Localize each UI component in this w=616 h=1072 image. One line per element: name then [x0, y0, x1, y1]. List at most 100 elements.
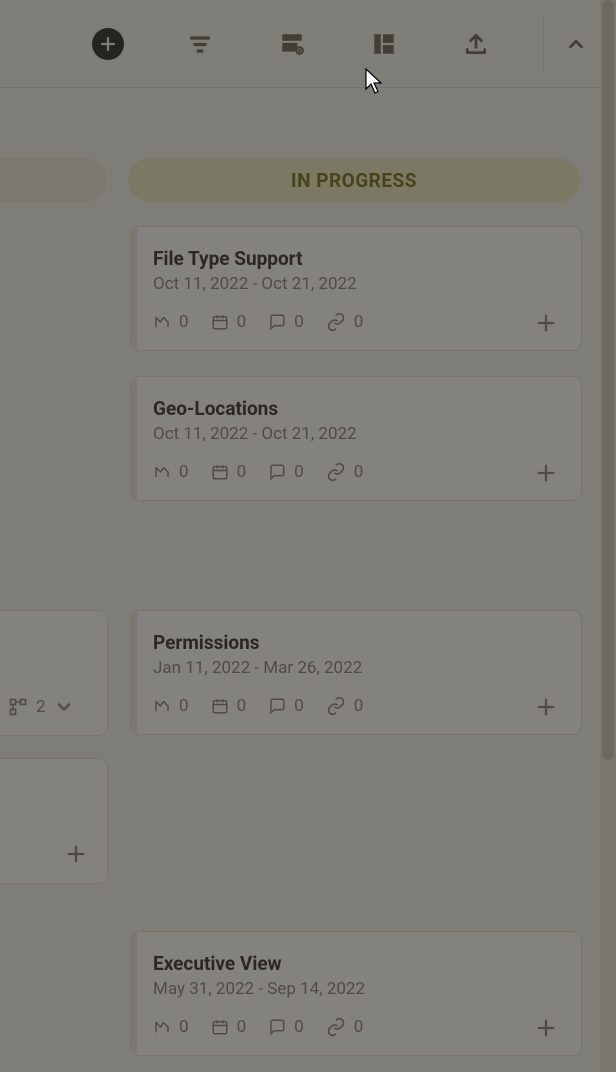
comments-count: 0	[294, 1017, 304, 1037]
layout-button[interactable]	[368, 28, 400, 60]
progress-count: 0	[179, 462, 189, 482]
progress-meta: 0	[153, 696, 189, 716]
plus-icon	[99, 35, 117, 53]
progress-icon	[153, 463, 171, 481]
link-icon	[326, 312, 346, 332]
calendar-icon	[211, 1018, 229, 1036]
card-title: Geo-Locations	[153, 397, 559, 420]
plus-icon	[535, 696, 557, 718]
attachments-count: 0	[354, 462, 364, 482]
comment-icon	[268, 1018, 286, 1036]
kanban-board: IN PROGRESS 2	[0, 88, 616, 1072]
card-title: Permissions	[153, 631, 559, 654]
card-add-button[interactable]	[533, 1015, 559, 1041]
plus-icon	[535, 1017, 557, 1039]
column-headers: IN PROGRESS	[0, 158, 616, 202]
add-button[interactable]	[92, 28, 124, 60]
columns-button[interactable]	[276, 28, 308, 60]
card-add-button[interactable]	[533, 694, 559, 720]
comments-count: 0	[294, 696, 304, 716]
card-add-button[interactable]	[533, 460, 559, 486]
card-title: Executive View	[153, 952, 559, 975]
card-title: File Type Support	[153, 247, 559, 270]
card-partial-left-2[interactable]	[0, 758, 108, 884]
link-icon	[326, 696, 346, 716]
plus-icon	[535, 462, 557, 484]
subtasks-count: 2	[36, 697, 46, 717]
scrollbar-thumb[interactable]	[602, 0, 614, 760]
vertical-scrollbar[interactable]	[600, 0, 616, 1072]
card-meta-row: 0 0 0 0	[153, 312, 559, 332]
subtasks-icon	[8, 697, 28, 717]
link-icon	[326, 1017, 346, 1037]
filter-button[interactable]	[184, 28, 216, 60]
date-count: 0	[237, 1017, 247, 1037]
progress-count: 0	[179, 696, 189, 716]
subtasks-meta: 2	[8, 697, 74, 717]
column-header-in-progress[interactable]: IN PROGRESS	[128, 158, 580, 202]
plus-icon	[65, 843, 87, 865]
progress-meta: 0	[153, 1017, 189, 1037]
comments-meta: 0	[268, 312, 304, 332]
comments-meta: 0	[268, 1017, 304, 1037]
card-add-button[interactable]	[533, 310, 559, 336]
toolbar-icon-group	[92, 28, 492, 60]
progress-count: 0	[179, 1017, 189, 1037]
attachments-count: 0	[354, 312, 364, 332]
date-meta: 0	[211, 696, 247, 716]
card-dates: Oct 11, 2022 - Oct 21, 2022	[153, 424, 559, 444]
attachments-meta: 0	[326, 1017, 364, 1037]
calendar-icon	[211, 313, 229, 331]
comments-meta: 0	[268, 696, 304, 716]
in-progress-lane: File Type Support Oct 11, 2022 - Oct 21,…	[130, 226, 582, 1072]
card-dates: Oct 11, 2022 - Oct 21, 2022	[153, 274, 559, 294]
attachments-meta: 0	[326, 312, 364, 332]
comments-meta: 0	[268, 462, 304, 482]
plus-icon	[535, 312, 557, 334]
date-count: 0	[237, 312, 247, 332]
attachments-meta: 0	[326, 462, 364, 482]
card-add-button[interactable]	[65, 843, 87, 865]
card-meta-row: 0 0 0 0	[153, 696, 559, 716]
progress-count: 0	[179, 312, 189, 332]
collapse-button[interactable]	[560, 28, 592, 60]
comment-icon	[268, 697, 286, 715]
kanban-card[interactable]: Permissions Jan 11, 2022 - Mar 26, 2022 …	[130, 610, 582, 735]
chevron-up-icon	[565, 33, 587, 55]
link-icon	[326, 462, 346, 482]
progress-meta: 0	[153, 312, 189, 332]
toolbar	[0, 0, 616, 88]
comments-count: 0	[294, 312, 304, 332]
kanban-card[interactable]: Executive View May 31, 2022 - Sep 14, 20…	[130, 931, 582, 1056]
comment-icon	[268, 463, 286, 481]
progress-icon	[153, 313, 171, 331]
date-meta: 0	[211, 312, 247, 332]
export-button[interactable]	[460, 28, 492, 60]
date-count: 0	[237, 462, 247, 482]
card-dates: Jan 11, 2022 - Mar 26, 2022	[153, 658, 559, 678]
layout-icon	[371, 31, 397, 57]
card-meta-row: 0 0 0 0	[153, 462, 559, 482]
date-count: 0	[237, 696, 247, 716]
upload-icon	[463, 31, 489, 57]
comments-count: 0	[294, 462, 304, 482]
card-dates: May 31, 2022 - Sep 14, 2022	[153, 979, 559, 999]
attachments-count: 0	[354, 696, 364, 716]
chevron-down-icon	[54, 697, 74, 717]
toolbar-separator	[543, 14, 544, 73]
kanban-card[interactable]: File Type Support Oct 11, 2022 - Oct 21,…	[130, 226, 582, 351]
date-meta: 0	[211, 1017, 247, 1037]
progress-icon	[153, 1018, 171, 1036]
column-header-partial-left[interactable]	[0, 158, 106, 202]
progress-meta: 0	[153, 462, 189, 482]
date-meta: 0	[211, 462, 247, 482]
kanban-card[interactable]: Geo-Locations Oct 11, 2022 - Oct 21, 202…	[130, 376, 582, 501]
column-label: IN PROGRESS	[291, 169, 417, 192]
card-partial-left-1[interactable]: 2	[0, 610, 108, 736]
progress-icon	[153, 697, 171, 715]
calendar-icon	[211, 697, 229, 715]
attachments-meta: 0	[326, 696, 364, 716]
columns-icon	[279, 31, 305, 57]
attachments-count: 0	[354, 1017, 364, 1037]
card-meta-row: 0 0 0 0	[153, 1017, 559, 1037]
